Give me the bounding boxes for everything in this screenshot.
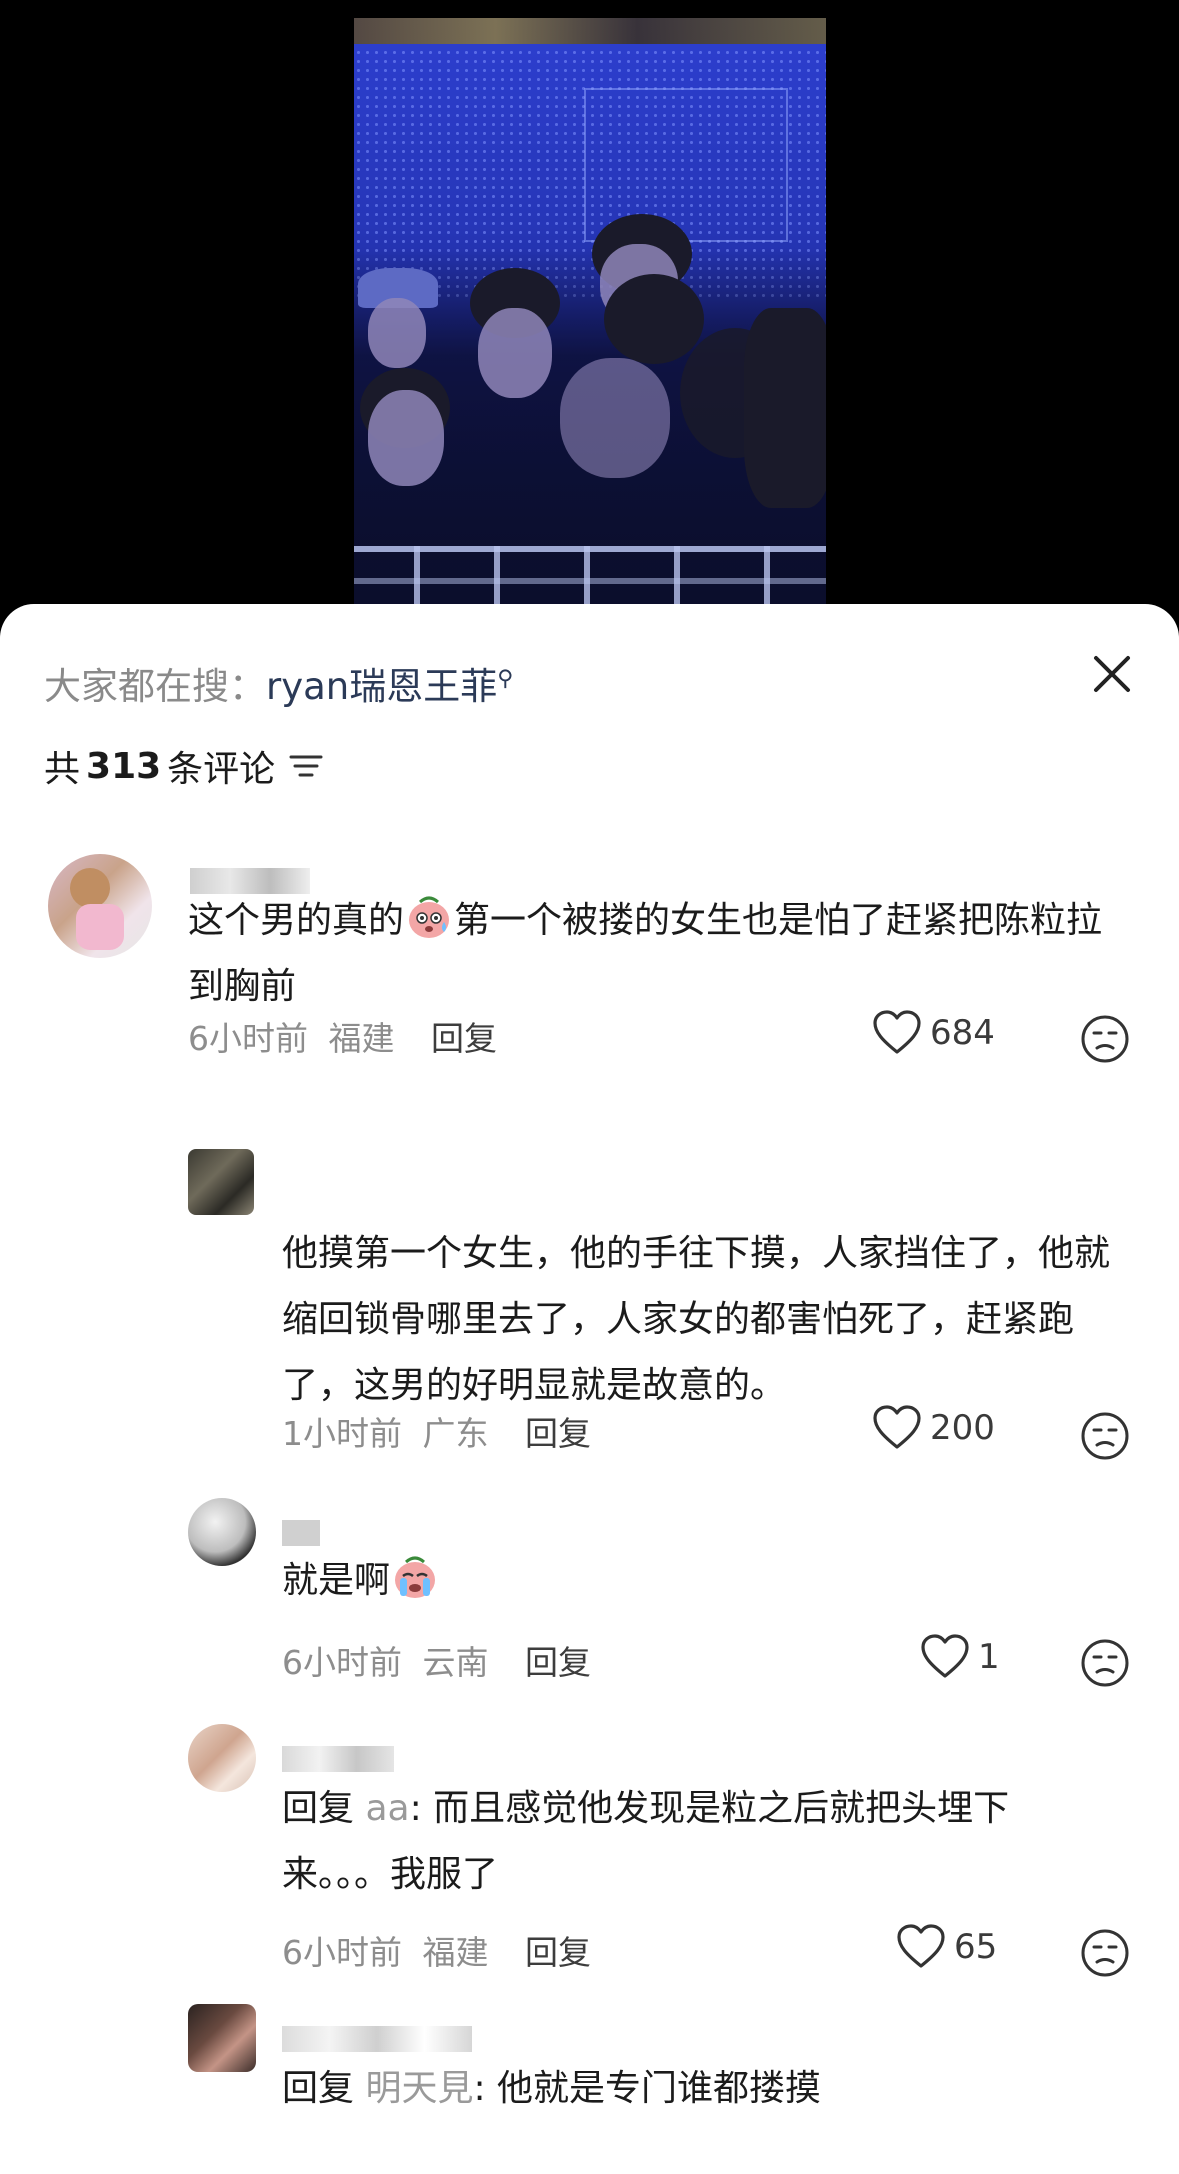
avatar[interactable] xyxy=(188,1498,256,1566)
like-count: 65 xyxy=(954,1927,998,1967)
barrier-post xyxy=(584,546,590,606)
reply-button[interactable]: 回复 xyxy=(525,1414,591,1453)
reply-button[interactable]: 回复 xyxy=(431,1019,497,1058)
search-suggestion[interactable]: 大家都在搜：ryan瑞恩王菲⚲ xyxy=(44,656,513,710)
reply-button[interactable]: 回复 xyxy=(525,1643,591,1682)
crying-face-emoji xyxy=(395,1556,436,1598)
comment-location: 广东 xyxy=(422,1414,489,1453)
comment-time: 1小时前 xyxy=(282,1414,402,1453)
barrier-post xyxy=(674,546,680,606)
face xyxy=(478,308,552,398)
username-blurred[interactable] xyxy=(282,1746,394,1772)
mention-username[interactable]: aa xyxy=(365,1788,409,1829)
comment-count: 共 313 条评论 xyxy=(44,740,323,792)
comment-text: 回复 aa: 而且感觉他发现是粒之后就把头埋下来。。。我服了 xyxy=(282,1776,1112,1908)
username-blurred[interactable] xyxy=(282,2026,472,2052)
face xyxy=(560,358,670,478)
body xyxy=(744,308,826,508)
comment-text: 就是啊 xyxy=(282,1548,1112,1614)
dislike-face-icon[interactable] xyxy=(1080,1014,1130,1064)
dislike-face-icon[interactable] xyxy=(1080,1411,1130,1461)
heart-icon xyxy=(897,1924,945,1968)
scared-face-emoji xyxy=(409,896,450,938)
comment-location: 云南 xyxy=(422,1643,489,1682)
video-player[interactable] xyxy=(0,0,1179,610)
avatar[interactable] xyxy=(188,1149,254,1215)
reply-item: 回复 aa: 而且感觉他发现是粒之后就把头埋下来。。。我服了 6小时前 福建 回… xyxy=(0,1724,1179,1977)
avatar[interactable] xyxy=(188,1724,256,1792)
comment-text: 回复 明天見: 他就是专门谁都搂摸 xyxy=(282,2056,1112,2122)
like-button[interactable]: 1 xyxy=(920,1634,1000,1680)
search-suggestion-prefix: 大家都在搜： xyxy=(44,665,266,708)
comment-time: 6小时前 xyxy=(282,1643,402,1682)
reply-item: 回复 明天見: 他就是专门谁都搂摸 xyxy=(0,2004,1179,2174)
barrier-rail xyxy=(354,546,826,552)
like-button[interactable]: 684 xyxy=(872,1010,995,1056)
dislike-face-icon[interactable] xyxy=(1080,1638,1130,1688)
head xyxy=(604,274,704,364)
heart-icon xyxy=(921,1634,969,1678)
face xyxy=(368,390,444,486)
like-button[interactable]: 65 xyxy=(896,1924,997,1970)
mention-username[interactable]: 明天見 xyxy=(365,2068,473,2109)
comment-time: 6小时前 xyxy=(188,1019,308,1058)
heart-icon xyxy=(873,1405,921,1449)
heart-icon xyxy=(873,1010,921,1054)
count-number: 313 xyxy=(86,745,162,787)
comment-text-part: 这个男的真的 xyxy=(188,900,405,941)
comment-text-part: 就是啊 xyxy=(282,1560,391,1601)
sort-icon[interactable] xyxy=(289,752,323,780)
close-icon[interactable] xyxy=(1086,648,1138,700)
comment-sheet: 大家都在搜：ryan瑞恩王菲⚲ 共 313 条评论 这个男的真的 第一个被搂的女… xyxy=(0,604,1179,2174)
dislike-face-icon[interactable] xyxy=(1080,1928,1130,1978)
reply-prefix: 回复 xyxy=(282,1788,355,1829)
like-button[interactable]: 200 xyxy=(872,1405,995,1451)
stage-lights xyxy=(354,18,826,44)
avatar-figure xyxy=(76,904,124,950)
comment-meta: 6小时前 福建 回复 xyxy=(282,1926,591,1974)
barrier-post xyxy=(764,546,770,606)
avatar[interactable] xyxy=(48,854,152,958)
reply-button[interactable]: 回复 xyxy=(525,1933,591,1972)
comment-location: 福建 xyxy=(422,1933,489,1972)
count-prefix: 共 xyxy=(44,749,81,790)
face xyxy=(368,298,426,368)
comment-text: 他摸第一个女生，他的手往下摸，人家挡住了，他就缩回锁骨哪里去了，人家女的都害怕死… xyxy=(282,1233,1111,1406)
count-suffix: 条评论 xyxy=(167,749,276,790)
search-icon: ⚲ xyxy=(497,666,514,692)
comment-location: 福建 xyxy=(328,1019,395,1058)
video-frame[interactable] xyxy=(354,18,826,606)
fence-panel xyxy=(584,88,788,242)
reply-prefix: 回复 xyxy=(282,2068,355,2109)
barrier-post xyxy=(494,546,500,606)
comment-meta: 1小时前 广东 回复 xyxy=(282,1407,591,1455)
reply-item: 他摸第一个女生，他的手往下摸，人家挡住了，他就缩回锁骨哪里去了，人家女的都害怕死… xyxy=(0,1149,1179,1460)
comment-time: 6小时前 xyxy=(282,1933,402,1972)
username-blurred[interactable] xyxy=(282,1520,320,1546)
reply-item: 就是啊 6小时前 云南 回复 1 xyxy=(0,1498,1179,1687)
comment-text-part: : 他就是专门谁都搂摸 xyxy=(473,2068,822,2109)
comment-item: 这个男的真的 第一个被搂的女生也是怕了赶紧把陈粒拉到胸前 6小时前 福建 回复 … xyxy=(0,854,1179,1063)
barrier-rail xyxy=(354,578,826,584)
avatar-figure xyxy=(70,868,110,908)
like-count: 684 xyxy=(930,1013,995,1053)
comment-meta: 6小时前 云南 回复 xyxy=(282,1636,591,1684)
like-count: 200 xyxy=(930,1408,995,1448)
like-count: 1 xyxy=(978,1637,1000,1677)
comment-text: 这个男的真的 第一个被搂的女生也是怕了赶紧把陈粒拉到胸前 xyxy=(188,888,1118,1020)
barrier-post xyxy=(414,546,420,606)
comment-meta: 6小时前 福建 回复 xyxy=(188,1012,497,1060)
avatar[interactable] xyxy=(188,2004,256,2072)
search-suggestion-keyword[interactable]: ryan瑞恩王菲 xyxy=(266,665,497,708)
